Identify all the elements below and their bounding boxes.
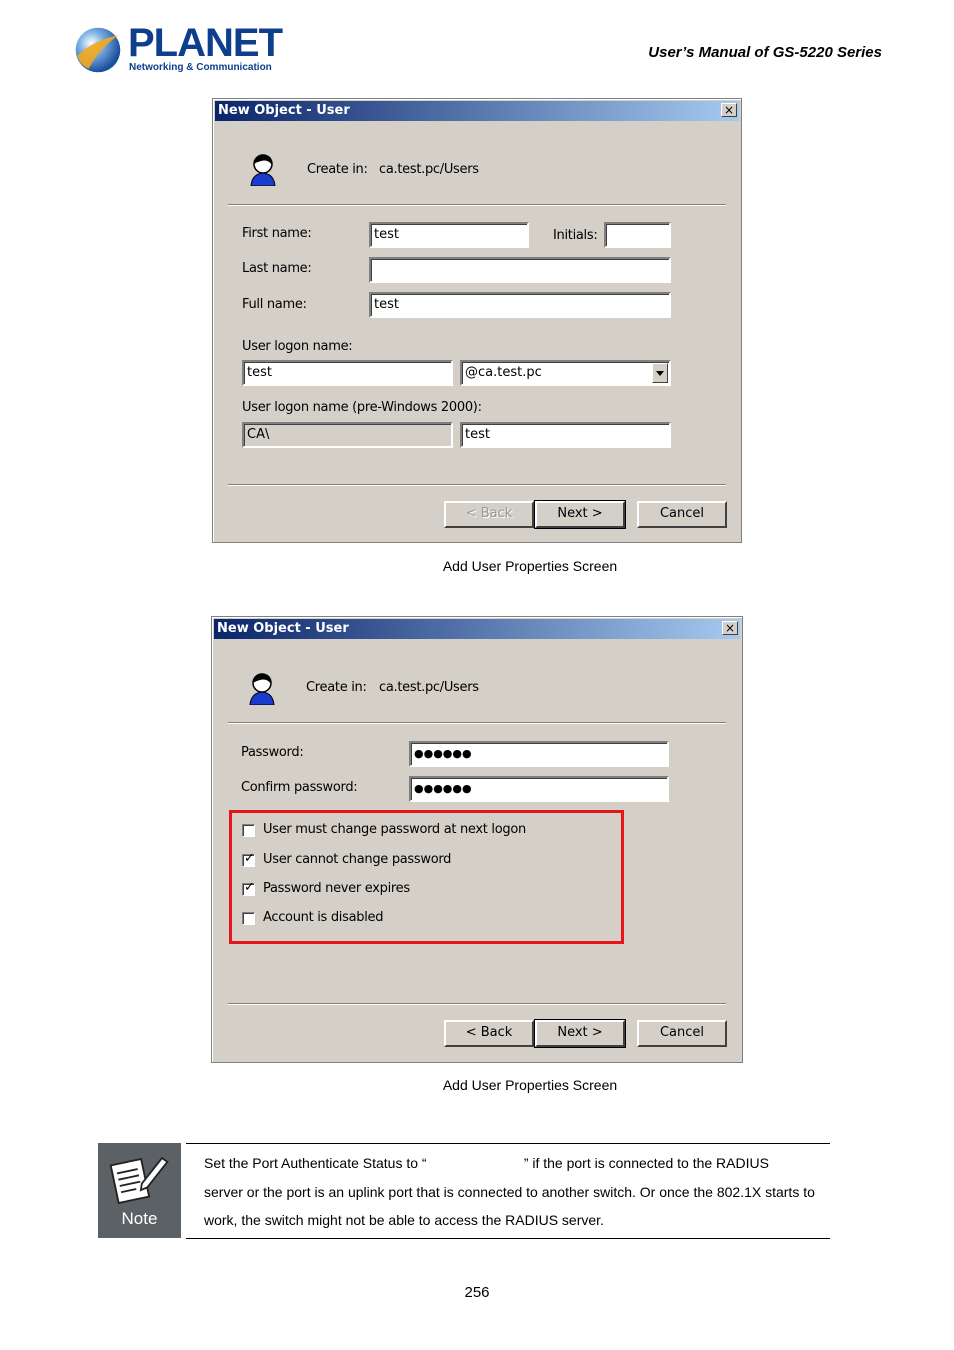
figure-caption-2: Add User Properties Screen (442, 1077, 618, 1093)
create-in-label: Create in: (307, 162, 368, 177)
create-in-value: ca.test.pc/Users (379, 680, 479, 695)
full-name-input[interactable]: test (369, 292, 671, 318)
new-object-user-dialog-1: New Object - User × Create in: ca.test.p… (212, 98, 742, 543)
first-name-label: First name: (242, 226, 312, 241)
note-line-3: work, the switch might not be able to ac… (204, 1212, 604, 1228)
initials-label: Initials: (553, 228, 598, 243)
logon-name-label: User logon name: (242, 339, 353, 354)
last-name-input[interactable] (369, 257, 671, 283)
initials-input[interactable] (604, 222, 671, 248)
separator (228, 204, 726, 206)
checkbox-label[interactable]: User must change password at next logon (263, 822, 526, 837)
check-mark-icon: ✓ (244, 880, 255, 895)
pre2000-logon-input[interactable]: test (460, 422, 671, 448)
confirm-password-input[interactable]: ●●●●●● (409, 776, 669, 802)
next-button[interactable]: Next > (534, 500, 626, 529)
back-button[interactable]: < Back (444, 1020, 534, 1047)
page-number: 256 (464, 1284, 490, 1301)
close-button[interactable]: × (721, 103, 737, 117)
first-name-input[interactable]: test (369, 222, 529, 248)
checkbox[interactable]: ✓ (242, 851, 255, 867)
full-name-label: Full name: (242, 297, 307, 312)
title-bar: New Object - User × (215, 101, 739, 121)
separator (228, 1003, 726, 1005)
last-name-label: Last name: (242, 261, 312, 276)
next-button[interactable]: Next > (534, 1019, 626, 1048)
note-top-rule (186, 1143, 830, 1144)
note-icon-label: Note (121, 1209, 158, 1228)
manual-title: User’s Manual of GS-5220 Series (648, 44, 882, 61)
password-label: Password: (241, 745, 304, 760)
dialog-title: New Object - User (217, 621, 349, 636)
logon-name-input[interactable]: test (242, 360, 453, 386)
cancel-button[interactable]: Cancel (637, 1020, 727, 1047)
note-icon: Note (98, 1143, 181, 1238)
checkbox[interactable] (242, 824, 255, 837)
figure-caption-1: Add User Properties Screen (442, 558, 618, 574)
checkbox[interactable]: ✓ (242, 880, 255, 896)
note-line-1: Set the Port Authenticate Status to “ ” … (204, 1155, 769, 1171)
dialog-title: New Object - User (218, 103, 350, 118)
user-icon (250, 154, 276, 186)
pre2000-label: User logon name (pre-Windows 2000): (242, 400, 482, 415)
checkbox-label[interactable]: User cannot change password (263, 852, 451, 867)
cancel-button[interactable]: Cancel (637, 501, 727, 528)
new-object-user-dialog-2: New Object - User × Create in: ca.test.p… (211, 616, 743, 1063)
planet-logo-icon (75, 27, 121, 73)
close-button[interactable]: × (722, 621, 738, 635)
title-bar: New Object - User × (214, 619, 740, 639)
pre2000-domain-field: CA\ (242, 422, 453, 448)
check-mark-icon: ✓ (244, 851, 255, 866)
domain-select-value: @ca.test.pc (465, 365, 542, 380)
create-in-value: ca.test.pc/Users (379, 162, 479, 177)
note-bottom-rule (186, 1238, 830, 1239)
separator (228, 722, 726, 724)
logo-tagline: Networking & Communication (129, 62, 272, 73)
checkbox[interactable] (242, 912, 255, 925)
checkbox-label[interactable]: Account is disabled (263, 910, 383, 925)
logo-wordmark: PLANET (128, 21, 283, 65)
domain-select[interactable]: @ca.test.pc (460, 360, 671, 386)
password-input[interactable]: ●●●●●● (409, 741, 669, 767)
confirm-password-label: Confirm password: (241, 780, 358, 795)
create-in-label: Create in: (306, 680, 367, 695)
chevron-down-icon[interactable] (652, 363, 668, 383)
note-line-2: server or the port is an uplink port tha… (204, 1183, 815, 1200)
notepad-pen-icon (109, 1156, 169, 1205)
separator (228, 484, 726, 486)
user-icon (249, 673, 275, 705)
checkbox-label[interactable]: Password never expires (263, 881, 410, 896)
note-text: Set the Port Authenticate Status to “ ” … (204, 1149, 834, 1235)
back-button[interactable]: < Back (444, 501, 534, 528)
